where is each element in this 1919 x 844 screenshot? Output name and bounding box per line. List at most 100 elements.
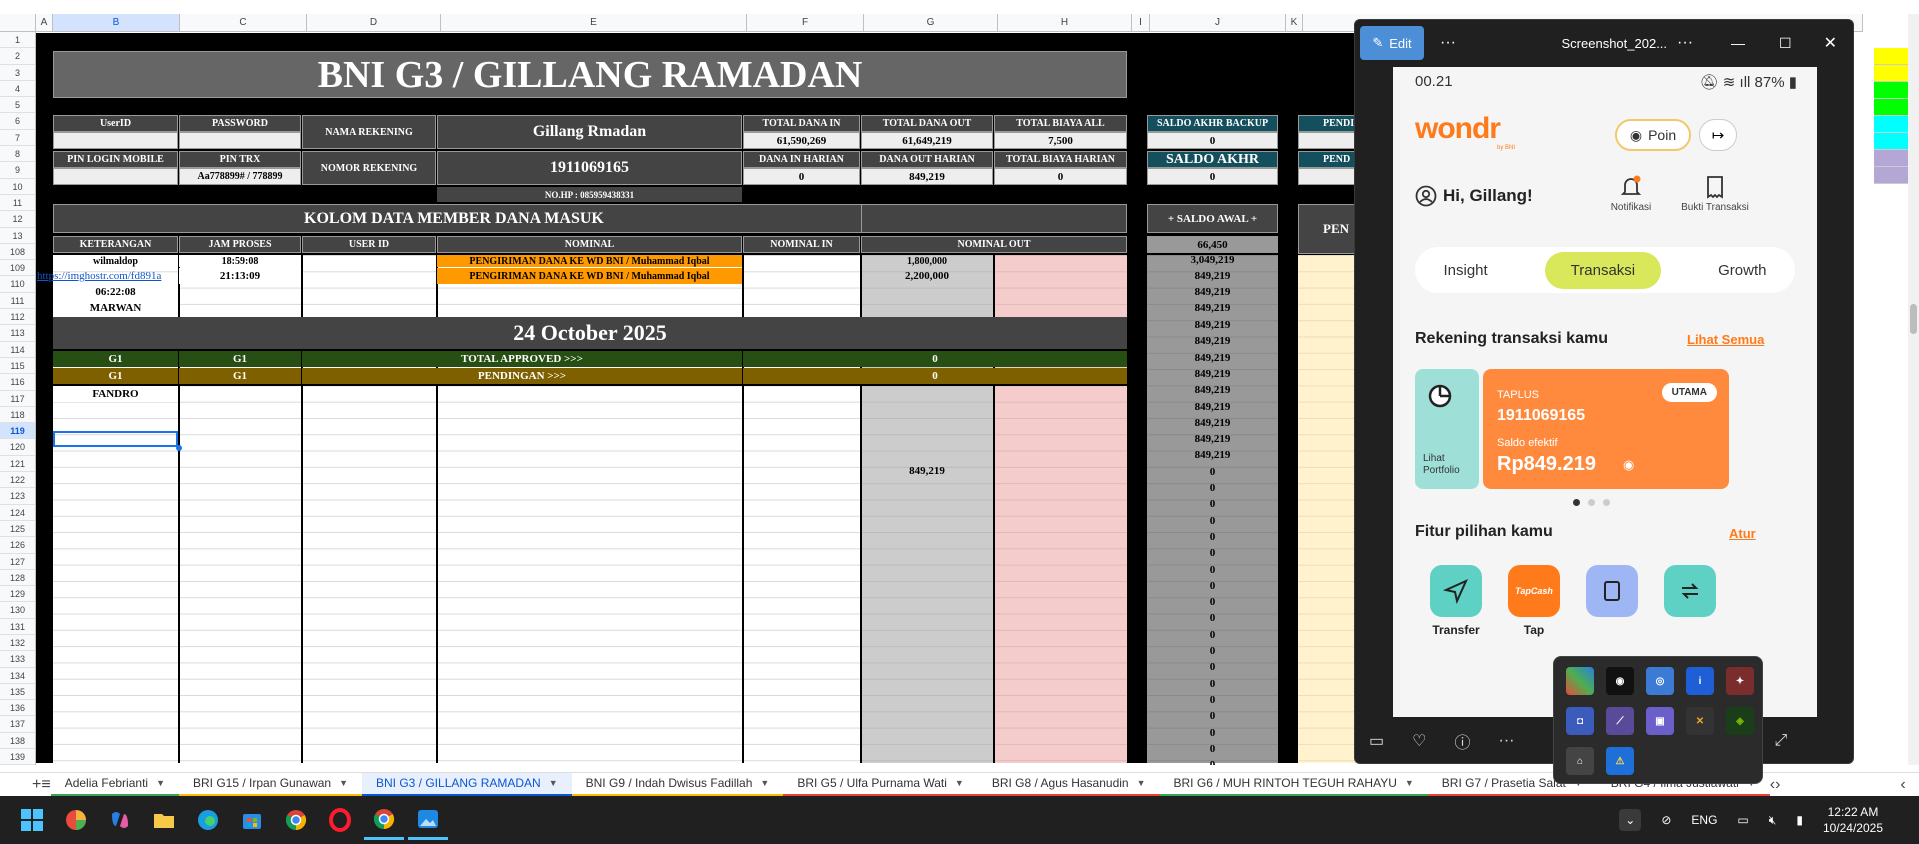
row-header[interactable]: 108: [0, 244, 35, 261]
row-header[interactable]: 120: [0, 439, 35, 456]
cell-j109[interactable]: 849,219: [1147, 268, 1278, 284]
nomor-rekening-value[interactable]: 1911069165: [437, 151, 742, 185]
row-header[interactable]: 124: [0, 505, 35, 521]
total-dana-out-value[interactable]: 61,649,219: [861, 132, 993, 149]
clock[interactable]: 12:22 AM 10/24/2025: [1823, 804, 1883, 836]
row-header[interactable]: 138: [0, 733, 35, 750]
active-cell-selection[interactable]: [53, 431, 178, 447]
col-header-k[interactable]: K: [1286, 14, 1303, 31]
saldo-cell[interactable]: 0: [1147, 578, 1278, 594]
row-header[interactable]: 116: [0, 374, 35, 391]
fill-handle[interactable]: [176, 445, 182, 451]
row-header[interactable]: 112: [0, 309, 35, 326]
saldo-cell[interactable]: 849,219: [1147, 382, 1278, 398]
row-header[interactable]: 136: [0, 700, 35, 717]
battery-icon[interactable]: ▮: [1796, 813, 1803, 827]
pending-c[interactable]: G1: [179, 368, 301, 384]
tabs-scroll-right-icon[interactable]: ›: [1775, 776, 1780, 794]
saldo-backup-value[interactable]: 0: [1147, 132, 1278, 149]
row-header[interactable]: 5: [0, 97, 35, 114]
saldo-cell[interactable]: 0: [1147, 513, 1278, 529]
saldo-cell[interactable]: 0: [1147, 741, 1278, 757]
row-header[interactable]: 9: [0, 162, 35, 179]
pend-value-2[interactable]: [1298, 168, 1358, 185]
saldo-cell[interactable]: 0: [1147, 692, 1278, 708]
row-header[interactable]: 122: [0, 472, 35, 489]
total-biaya-all-value[interactable]: 7,500: [994, 132, 1127, 149]
favorite-heart-icon[interactable]: ♡: [1412, 731, 1426, 751]
row-header[interactable]: 11: [0, 195, 35, 212]
row-header[interactable]: 8: [0, 146, 35, 163]
total-biaya-harian-value[interactable]: 0: [994, 168, 1127, 185]
tray-overflow-chevron-icon[interactable]: ⌄: [1619, 809, 1642, 831]
cell-g108[interactable]: 1,800,000: [861, 255, 993, 267]
userid-value[interactable]: [53, 132, 178, 149]
col-header-b[interactable]: B: [53, 14, 180, 31]
total-approved-value[interactable]: 0: [743, 351, 1127, 367]
row-header[interactable]: 137: [0, 716, 35, 733]
speaker-mute-icon[interactable]: 🔇︎: [1769, 813, 1777, 828]
title-more-icon[interactable]: ···: [1677, 34, 1693, 52]
tab-menu-caret-icon[interactable]: ▼: [549, 778, 558, 788]
pend-value-1[interactable]: [1298, 132, 1358, 149]
photos-icon[interactable]: [408, 800, 448, 840]
tray-app-icon[interactable]: ◉: [1606, 667, 1634, 695]
approved-c[interactable]: G1: [179, 351, 301, 367]
col-header-e[interactable]: E: [441, 14, 747, 31]
cell-b109-link[interactable]: https://imghostr.com/fd891a: [36, 268, 178, 284]
col-header-j[interactable]: J: [1150, 14, 1286, 31]
sheet-tab[interactable]: Adelia Febrianti ▼: [50, 773, 179, 797]
row-header[interactable]: 132: [0, 635, 35, 652]
sheet-tab[interactable]: BRI G6 / MUH RINTOH TEGUH RAHAYU ▼: [1159, 773, 1428, 797]
tray-nvidia-icon[interactable]: ◈: [1726, 707, 1754, 735]
cell-j111[interactable]: 849,219: [1147, 300, 1278, 316]
tray-app-icon[interactable]: ✕: [1686, 707, 1714, 735]
cell-g121[interactable]: 849,219: [861, 463, 993, 479]
tray-defender-icon[interactable]: ⚠: [1606, 747, 1634, 775]
sheet-tab[interactable]: BNI G3 / GILLANG RAMADAN ▼: [362, 772, 572, 797]
row-header[interactable]: 111: [0, 293, 35, 310]
pin-trx-value[interactable]: Aa778899# / 778899: [179, 168, 301, 185]
saldo-cell[interactable]: 0: [1147, 643, 1278, 659]
vertical-scrollbar[interactable]: [1908, 14, 1919, 765]
tray-usb-icon[interactable]: ⌂: [1566, 747, 1594, 775]
col-header-f[interactable]: F: [747, 14, 864, 31]
nama-rekening-value[interactable]: Gillang Rmadan: [437, 115, 742, 149]
saldo-cell[interactable]: 0: [1147, 480, 1278, 496]
saldo-cell[interactable]: 849,219: [1147, 366, 1278, 382]
close-icon[interactable]: ✕: [1824, 33, 1837, 53]
fullscreen-icon[interactable]: ⤢: [1774, 732, 1787, 750]
approved-b[interactable]: G1: [53, 351, 178, 367]
col-header-i[interactable]: I: [1132, 14, 1150, 31]
row-header[interactable]: 114: [0, 342, 35, 358]
row-header[interactable]: 6: [0, 113, 35, 130]
tray-info-icon[interactable]: i: [1686, 667, 1714, 695]
row-header[interactable]: 119: [0, 423, 35, 440]
add-sheet-icon[interactable]: +: [32, 776, 41, 794]
row-header[interactable]: 130: [0, 602, 35, 619]
saldo-cell[interactable]: 0: [1147, 529, 1278, 545]
tab-menu-caret-icon[interactable]: ▼: [1405, 778, 1414, 788]
network-off-icon[interactable]: ⊘: [1661, 813, 1671, 827]
tab-menu-caret-icon[interactable]: ▼: [156, 778, 165, 788]
sheet-tab[interactable]: BRI G15 / Irpan Gunawan ▼: [179, 773, 362, 797]
row-header[interactable]: 115: [0, 358, 35, 375]
pin-login-value[interactable]: [53, 168, 178, 185]
sheet-tab[interactable]: BRI G5 / Ulfa Purnama Wati ▼: [783, 773, 978, 797]
saldo-cell[interactable]: 849,219: [1147, 350, 1278, 366]
row-header[interactable]: 3: [0, 65, 35, 81]
saldo-cell[interactable]: 0: [1147, 562, 1278, 578]
saldo-awal-value[interactable]: 66,450: [1147, 236, 1278, 253]
tray-box-icon[interactable]: ▣: [1646, 707, 1674, 735]
saldo-cell[interactable]: 0: [1147, 610, 1278, 626]
edit-button[interactable]: ✎ Edit: [1360, 26, 1424, 60]
row-header[interactable]: 127: [0, 554, 35, 570]
chrome-icon[interactable]: [276, 800, 316, 840]
row-header[interactable]: 135: [0, 684, 35, 701]
tab-menu-caret-icon[interactable]: ▼: [760, 778, 769, 788]
cell-e109[interactable]: PENGIRIMAN DANA KE WD BNI / Muhammad Iqb…: [437, 268, 742, 284]
info-icon[interactable]: ⓘ: [1454, 729, 1470, 753]
row-header[interactable]: 125: [0, 521, 35, 538]
sheet-tab[interactable]: BNI G9 / Indah Dwisus Fadillah ▼: [571, 773, 784, 797]
start-icon[interactable]: [12, 800, 52, 840]
